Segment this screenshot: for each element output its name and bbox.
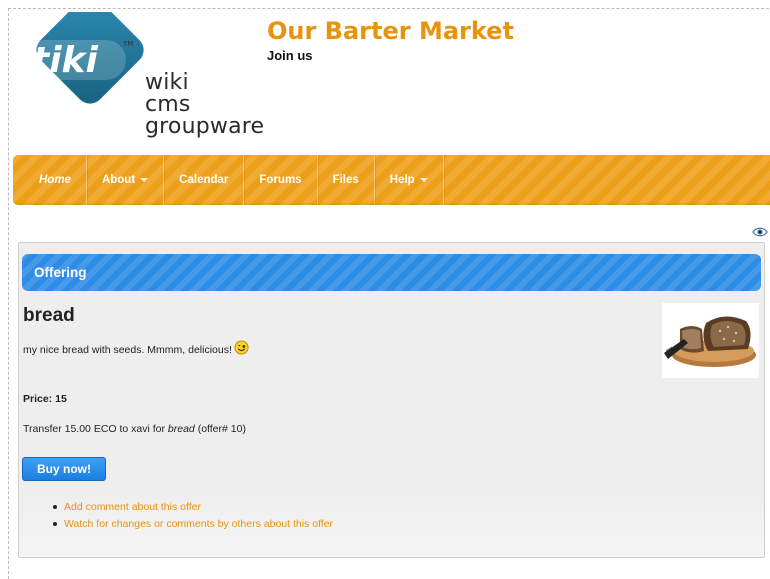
nav-home-label: Home (39, 174, 71, 186)
site-title[interactable]: Our Barter Market (267, 17, 514, 45)
list-item: Watch for changes or comments by others … (53, 518, 333, 530)
logo-line-groupware: groupware (145, 114, 265, 139)
nav-about[interactable]: About (87, 155, 165, 205)
tiki-logo[interactable]: tiki TM wiki cms groupware (22, 0, 264, 147)
logo-line-cms: cms (145, 92, 191, 117)
site-subtitle: Join us (267, 48, 313, 63)
nav-about-label: About (101, 174, 136, 186)
eye-icon[interactable] (752, 226, 768, 238)
nav-calendar-label: Calendar (179, 174, 229, 186)
chevron-down-icon (419, 178, 428, 182)
offer-panel-header: Offering (22, 254, 761, 291)
buy-now-button[interactable]: Buy now! (22, 457, 106, 481)
add-comment-link[interactable]: Add comment about this offer (64, 501, 201, 513)
bread-image[interactable] (662, 303, 759, 378)
logo-badge-text: tiki (32, 40, 98, 81)
transfer-item: bread (167, 423, 195, 435)
nav-forums-label: Forums (259, 174, 302, 186)
nav-forums[interactable]: Forums (244, 155, 318, 205)
logo-wordmark: wiki cms groupware (145, 72, 264, 138)
nav-home[interactable]: Home (13, 155, 87, 205)
transfer-prefix: Transfer 15.00 ECO to xavi for (23, 423, 168, 435)
offer-price: Price: 15 (23, 393, 67, 405)
nav-calendar[interactable]: Calendar (164, 155, 245, 205)
svg-text:TM: TM (122, 40, 133, 48)
nav-files[interactable]: Files (318, 155, 375, 205)
logo-line-wiki: wiki (145, 70, 189, 95)
transfer-suffix: (offer# 10) (194, 423, 246, 435)
nav-files-label: Files (332, 174, 359, 186)
chevron-down-icon (140, 178, 149, 182)
bullet-icon (53, 505, 57, 509)
offer-title: bread (23, 305, 75, 326)
main-navbar: Home About Calendar Forums Files Help (13, 155, 770, 205)
offer-panel: Offering bread my nice bread with seeds.… (18, 242, 765, 558)
bullet-icon (53, 522, 57, 526)
transfer-text: Transfer 15.00 ECO to xavi for bread (of… (23, 423, 246, 435)
nav-help[interactable]: Help (375, 155, 444, 205)
smiley-icon (234, 339, 249, 355)
nav-help-label: Help (389, 174, 415, 186)
list-item: Add comment about this offer (53, 501, 333, 513)
watch-changes-link[interactable]: Watch for changes or comments by others … (64, 518, 333, 530)
offer-description-text: my nice bread with seeds. Mmmm, deliciou… (23, 344, 232, 356)
offer-links: Add comment about this offer Watch for c… (53, 501, 333, 535)
offer-description: my nice bread with seeds. Mmmm, deliciou… (23, 339, 249, 356)
